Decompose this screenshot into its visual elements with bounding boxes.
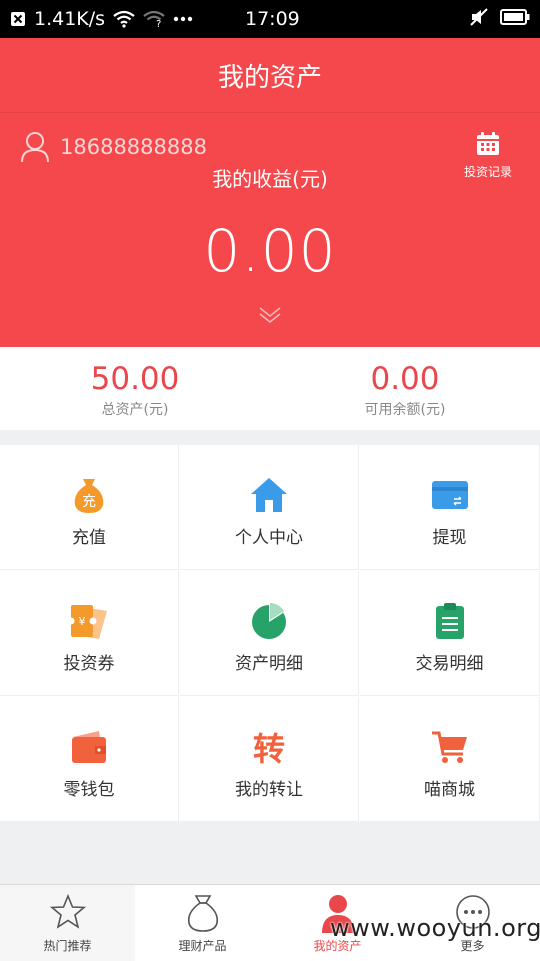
grid-item-coupon[interactable]: ¥ 投资券 bbox=[0, 571, 179, 696]
more-dots-icon bbox=[173, 16, 193, 22]
tab-products[interactable]: 理财产品 bbox=[135, 885, 270, 961]
grid-item-my-transfer[interactable]: 转 我的转让 bbox=[180, 697, 359, 822]
battery-icon bbox=[500, 9, 530, 25]
page-title: 我的资产 bbox=[217, 62, 322, 93]
grid-item-recharge[interactable]: 充 充值 bbox=[0, 445, 179, 570]
grid-item-label: 个人中心 bbox=[235, 528, 303, 548]
tab-hot-recommend[interactable]: 热门推荐 bbox=[0, 885, 135, 961]
earnings-label: 我的收益(元) bbox=[212, 167, 328, 191]
pie-chart-icon bbox=[249, 601, 289, 641]
earnings-value: 0.00 bbox=[203, 217, 337, 285]
clock: 17:09 bbox=[245, 8, 300, 30]
mute-icon bbox=[470, 8, 488, 26]
calendar-icon bbox=[458, 131, 518, 160]
notification-close-icon bbox=[10, 11, 26, 27]
money-bag-icon: 充 bbox=[69, 475, 109, 515]
grid-item-wallet[interactable]: 零钱包 bbox=[0, 697, 179, 822]
grid-item-label: 零钱包 bbox=[63, 780, 115, 800]
grid-item-asset-details[interactable]: 资产明细 bbox=[180, 571, 359, 696]
grid-item-label: 充值 bbox=[72, 528, 106, 548]
watermark: www.wooyun.org bbox=[330, 914, 540, 942]
svg-text:?: ? bbox=[156, 19, 161, 28]
home-icon bbox=[249, 475, 289, 515]
grid-item-label: 我的转让 bbox=[235, 780, 303, 800]
user-icon bbox=[20, 131, 50, 167]
total-assets-label: 总资产(元) bbox=[101, 402, 169, 418]
total-assets-value: 50.00 bbox=[90, 361, 180, 397]
tab-label: 理财产品 bbox=[178, 939, 227, 953]
asset-summary: 50.00 总资产(元) 0.00 可用余额(元) bbox=[0, 347, 540, 430]
available-balance: 0.00 可用余额(元) bbox=[270, 361, 540, 419]
grid-item-label: 喵商城 bbox=[424, 780, 475, 800]
page-title-bar: 我的资产 bbox=[0, 38, 540, 113]
total-assets: 50.00 总资产(元) bbox=[0, 361, 270, 419]
grid-item-label: 资产明细 bbox=[235, 654, 303, 674]
status-bar: 1.41K/s ? 17:09 bbox=[0, 0, 540, 38]
wifi-icon bbox=[113, 10, 135, 28]
phone-number: 18688888888 bbox=[60, 135, 207, 159]
grid-item-shop[interactable]: 喵商城 bbox=[360, 697, 540, 822]
available-balance-value: 0.00 bbox=[370, 361, 440, 397]
clipboard-icon bbox=[430, 601, 470, 641]
svg-text:充: 充 bbox=[82, 494, 96, 510]
money-bag-icon bbox=[184, 893, 222, 937]
card-icon bbox=[430, 475, 470, 515]
transfer-icon: 转 bbox=[249, 727, 289, 768]
available-balance-label: 可用余额(元) bbox=[364, 402, 446, 418]
grid-item-personal-center[interactable]: 个人中心 bbox=[180, 445, 359, 570]
wifi-unknown-icon: ? bbox=[143, 10, 165, 28]
wallet-icon bbox=[69, 727, 109, 767]
grid-item-label: 交易明细 bbox=[415, 654, 484, 674]
net-speed: 1.41K/s bbox=[34, 8, 106, 30]
transfer-glyph: 转 bbox=[253, 730, 285, 767]
svg-text:¥: ¥ bbox=[79, 615, 86, 628]
coupon-icon: ¥ bbox=[67, 601, 109, 641]
chevron-down-icon[interactable] bbox=[258, 305, 282, 329]
earnings-panel: 18688888888 投资记录 我的收益(元) 0.00 bbox=[0, 113, 540, 347]
cart-icon bbox=[430, 727, 470, 767]
tab-label: 热门推荐 bbox=[43, 939, 92, 953]
grid-item-label: 提现 bbox=[432, 528, 467, 548]
grid-item-label: 投资券 bbox=[63, 654, 115, 674]
grid-item-transaction-details[interactable]: 交易明细 bbox=[360, 571, 540, 696]
star-icon bbox=[49, 893, 87, 935]
function-grid: 充 充值 个人中心 提现 ¥ 投资券 资产明细 交易明细 零钱包 转 我的转让 … bbox=[0, 445, 540, 822]
grid-item-withdraw[interactable]: 提现 bbox=[360, 445, 540, 570]
